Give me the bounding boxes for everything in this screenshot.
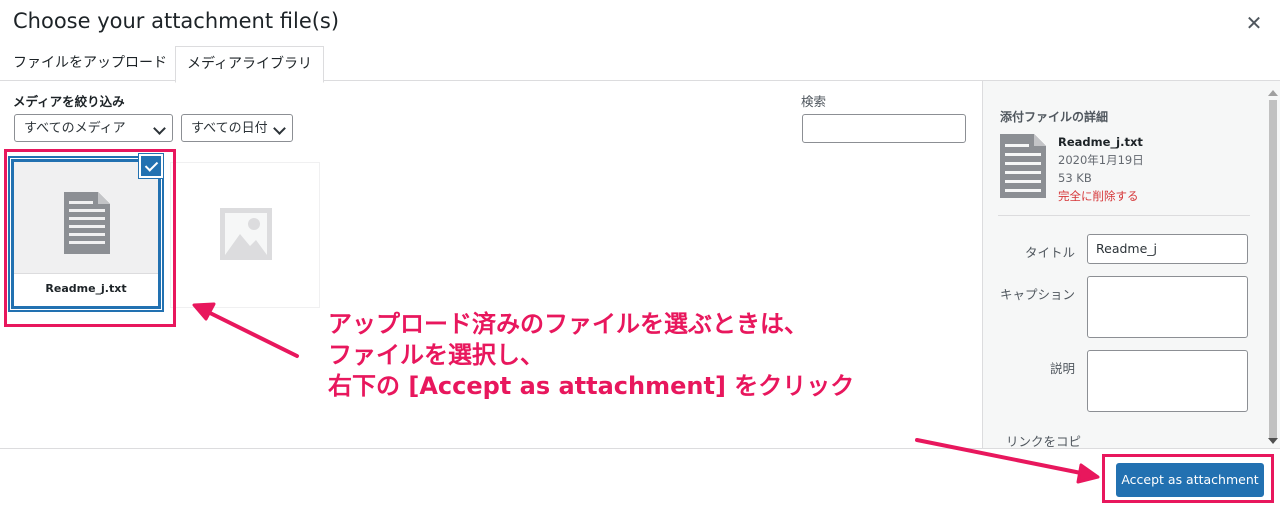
scroll-down-icon[interactable] bbox=[1268, 438, 1278, 444]
details-filename: Readme_j.txt bbox=[1058, 135, 1143, 149]
document-icon bbox=[64, 192, 110, 254]
chevron-down-icon bbox=[153, 122, 166, 135]
title-label: タイトル bbox=[1024, 245, 1075, 260]
annotation-line: 右下の [Accept as attachment] をクリック bbox=[328, 372, 855, 400]
selected-check-icon[interactable] bbox=[139, 154, 163, 178]
search-label: 検索 bbox=[801, 94, 827, 109]
attachment-filename: Readme_j.txt bbox=[14, 273, 158, 306]
dialog-footer bbox=[0, 448, 1280, 505]
dialog-title: Choose your attachment file(s) bbox=[13, 9, 340, 33]
details-divider bbox=[998, 215, 1250, 216]
details-date: 2020年1月19日 bbox=[1058, 153, 1144, 167]
file-meta: Readme_j.txt 2020年1月19日 53 KB 完全に削除する bbox=[1058, 133, 1144, 205]
tab-upload[interactable]: ファイルをアップロード bbox=[13, 46, 167, 80]
date-select[interactable]: すべての日付 bbox=[181, 114, 293, 142]
delete-permanently-link[interactable]: 完全に削除する bbox=[1058, 187, 1144, 205]
description-field[interactable] bbox=[1087, 350, 1248, 412]
attachment-placeholder[interactable] bbox=[170, 162, 320, 308]
details-size: 53 KB bbox=[1058, 171, 1092, 185]
details-heading: 添付ファイルの詳細 bbox=[1000, 110, 1109, 124]
accept-attachment-button[interactable]: Accept as attachment bbox=[1116, 463, 1264, 497]
sidebar-scrollbar[interactable] bbox=[1266, 88, 1278, 448]
image-placeholder-icon bbox=[220, 208, 272, 260]
close-icon[interactable]: ✕ bbox=[1243, 10, 1265, 36]
attachment-readme[interactable]: Readme_j.txt bbox=[11, 159, 161, 309]
annotation-line: アップロード済みのファイルを選ぶときは、 bbox=[328, 310, 808, 338]
title-field[interactable]: Readme_j bbox=[1087, 234, 1248, 264]
caption-label: キャプション bbox=[999, 287, 1075, 302]
media-type-select[interactable]: すべてのメディア bbox=[14, 114, 173, 142]
date-value: すべての日付 bbox=[191, 121, 268, 136]
scroll-up-icon[interactable] bbox=[1268, 90, 1278, 96]
tab-media-library[interactable]: メディアライブラリ bbox=[175, 46, 325, 83]
tab-bar: ファイルをアップロード メディアライブラリ bbox=[0, 46, 1280, 83]
document-icon bbox=[1000, 134, 1046, 198]
scroll-thumb[interactable] bbox=[1269, 100, 1277, 438]
filter-label: メディアを絞り込み bbox=[13, 94, 125, 109]
caption-field[interactable] bbox=[1087, 276, 1248, 338]
chevron-down-icon bbox=[273, 122, 286, 135]
annotation-line: ファイルを選択し、 bbox=[328, 341, 544, 369]
attachment-details-panel: 添付ファイルの詳細 Readme_j.txt 2020年1月19日 53 KB … bbox=[982, 81, 1280, 449]
annotation-callout: アップロード済みのファイルを選ぶときは、 ファイルを選択し、 右下の [Acce… bbox=[328, 309, 854, 402]
search-input[interactable] bbox=[802, 114, 966, 143]
media-type-value: すべてのメディア bbox=[24, 121, 126, 136]
description-label: 説明 bbox=[1049, 361, 1075, 376]
